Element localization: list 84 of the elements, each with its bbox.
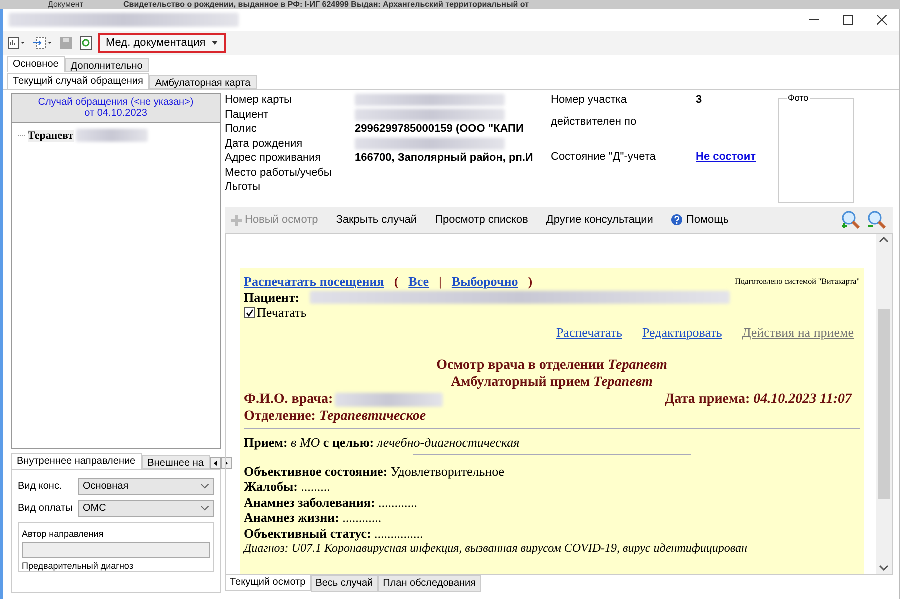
plus-icon: [231, 214, 242, 226]
right-arrow-icon: [224, 460, 228, 466]
zoom-out-icon[interactable]: [867, 210, 887, 230]
exam-line: Объективный статус: ...............: [244, 526, 424, 541]
checkbox-label: Печатать: [257, 305, 307, 320]
field-label: Вид оплаты: [18, 503, 74, 514]
toolbar-button[interactable]: Помощь: [671, 214, 729, 226]
input-field[interactable]: [22, 542, 210, 558]
field-label: Пациент: [225, 108, 270, 121]
tab[interactable]: Текущий осмотр: [225, 575, 311, 591]
field-label: Место работы/учебы: [225, 166, 333, 179]
import-icon[interactable]: [31, 34, 54, 52]
separator-mark: |: [439, 274, 442, 290]
refresh-icon[interactable]: [78, 34, 94, 52]
tab[interactable]: Амбулаторная карта: [149, 75, 257, 89]
doctor-label: Ф.И.О. врача:: [244, 391, 334, 408]
tab[interactable]: План обследования: [378, 575, 482, 592]
chevron-down-icon: [201, 506, 209, 511]
tab[interactable]: Основное: [7, 56, 65, 72]
field-value: 3: [696, 94, 704, 106]
tab[interactable]: Дополнительно: [64, 58, 149, 72]
exam-line: Объективное состояние: Удовлетворительное: [244, 464, 506, 479]
tab[interactable]: Текущий случай обращения: [7, 73, 150, 89]
dropdown[interactable]: ОМС: [78, 500, 214, 517]
help-icon: [671, 214, 684, 226]
maximize-icon: [843, 15, 853, 25]
print-checkbox[interactable]: [244, 307, 255, 318]
medical-docs-menu-button[interactable]: Мед. документация: [98, 33, 226, 53]
field-label: действителен по: [551, 116, 638, 128]
field-label: Вид конс.: [18, 481, 64, 492]
field-label: Полис: [225, 123, 258, 136]
zoom-in-icon[interactable]: [841, 210, 861, 230]
photo-label: Фото: [787, 93, 810, 103]
toolbar-button[interactable]: Просмотр списков: [435, 214, 528, 226]
scroll-down-icon[interactable]: [879, 565, 889, 571]
separator-mark: ): [528, 274, 533, 290]
background-label: Документ: [48, 0, 84, 9]
tab[interactable]: Весь случай: [310, 575, 378, 592]
department-line: Отделение: Терапевтическое: [244, 408, 428, 425]
document-icon[interactable]: [6, 34, 27, 52]
separator-mark: (: [394, 274, 399, 290]
print-link[interactable]: Выборочно: [452, 274, 518, 290]
scroll-up-icon[interactable]: [879, 237, 889, 243]
field-label: Номер участка: [551, 94, 628, 106]
exam-line: Анамнез заболевания: ............: [244, 494, 419, 510]
case-date: от 04.10.2023: [84, 108, 148, 119]
tree-item[interactable]: Терапевт: [28, 130, 74, 142]
field-label: Предварительный диагноз: [22, 561, 134, 571]
chevron-down-icon: [201, 484, 209, 489]
caret-icon: [212, 41, 218, 45]
action-link[interactable]: Редактировать: [642, 324, 722, 340]
close-icon: [877, 15, 887, 25]
field-label: Автор направления: [22, 529, 105, 539]
patient-label: Пациент:: [244, 290, 300, 305]
field-label: Номер карты: [225, 94, 293, 106]
background-value: Свидетельство о рождении, выданное в РФ: I-ИГ 624999 Выдан: Архангельский территориальный от: [124, 0, 530, 9]
scroll-left-button[interactable]: [210, 457, 221, 469]
vertical-scrollbar[interactable]: [876, 234, 892, 574]
print-link[interactable]: Распечатать посещения: [244, 274, 384, 290]
status-link[interactable]: Не состоит: [696, 151, 776, 163]
visit-date: Дата приема: 04.10.2023 11:07: [665, 391, 852, 408]
toolbar-button[interactable]: Другие консультации: [546, 214, 654, 226]
exam-title: Осмотр врача в отделении Терапевт: [436, 357, 668, 374]
diagnosis-line: Диагноз: U07.1 Коронавирусная инфекция, вызванная вирусом COVID-19, вирус идентифицирован: [244, 541, 749, 556]
dropdown[interactable]: Основная: [78, 478, 214, 495]
tab[interactable]: Внешнее на: [142, 455, 210, 469]
field-label: Дата рождения: [225, 138, 304, 150]
field-value: 2996299785000159 (ООО "КАПИ: [355, 123, 525, 136]
exam-line: Жалобы: .........: [244, 479, 332, 494]
tab[interactable]: Внутреннее направление: [11, 453, 142, 469]
field-label: Адрес проживания: [225, 152, 322, 164]
case-title: Случай обращения (<не указан>): [37, 97, 195, 108]
field-label: Льготы: [225, 181, 262, 194]
exam-title: Амбулаторный прием Терапевт: [450, 374, 654, 391]
tree-connector-icon: [18, 134, 26, 136]
toolbar-button[interactable]: Закрыть случай: [336, 214, 418, 226]
system-note: Подготовлено системой "Витакарта": [735, 276, 860, 288]
action-link[interactable]: Распечатать: [556, 324, 622, 340]
exam-line: Анамнез жизни: ............: [244, 510, 383, 526]
purpose-line: Прием: в МО с целью: лечебно-диагностическая: [244, 435, 521, 450]
field-value: 166700, Заполярный район, рп.И: [355, 152, 534, 164]
left-arrow-icon: [214, 460, 217, 466]
field-label: Состояние "Д"-учета: [551, 151, 657, 163]
print-link[interactable]: Все: [408, 274, 430, 290]
